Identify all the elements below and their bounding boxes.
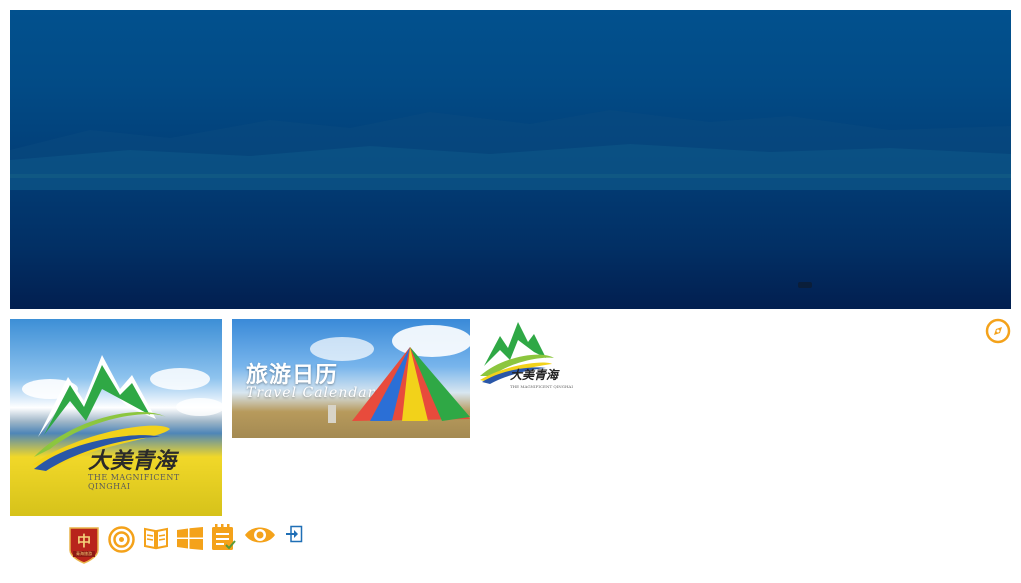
calendar-subtitle: Travel Calendar — [246, 385, 376, 401]
compass-icon[interactable] — [985, 318, 1011, 344]
target-icon[interactable] — [108, 526, 135, 553]
logo-tile-brand-en: THE MAGNIFICENT QINGHAI — [88, 473, 180, 491]
login-icon[interactable] — [285, 525, 303, 543]
small-logo-brand-en: THE MAGNIFICENT QINGHAI — [510, 384, 573, 389]
eye-icon[interactable] — [244, 525, 276, 545]
qinghai-logo-tile[interactable]: 大美青海 THE MAGNIFICENT QINGHAI — [10, 319, 222, 516]
mountain-silhouette — [10, 110, 1011, 190]
hero-banner — [10, 10, 1011, 309]
travel-calendar-tile[interactable]: 旅游日历 Travel Calendar — [232, 319, 470, 438]
emblem-badge-text: 青海旅游 — [76, 551, 92, 556]
logo-tile-brand-cn: 大美青海 — [88, 448, 177, 474]
book-icon[interactable] — [143, 526, 169, 550]
emblem-badge-icon[interactable]: 中 青海旅游 — [68, 524, 100, 564]
boat-speck — [798, 282, 812, 288]
windows-icon[interactable] — [177, 527, 203, 550]
svg-text:中: 中 — [77, 533, 91, 550]
qinghai-small-logo[interactable]: 大美青海 THE MAGNIFICENT QINGHAI — [476, 316, 574, 394]
small-logo-brand-cn: 大美青海 — [510, 368, 559, 382]
notes-icon[interactable] — [211, 524, 236, 551]
